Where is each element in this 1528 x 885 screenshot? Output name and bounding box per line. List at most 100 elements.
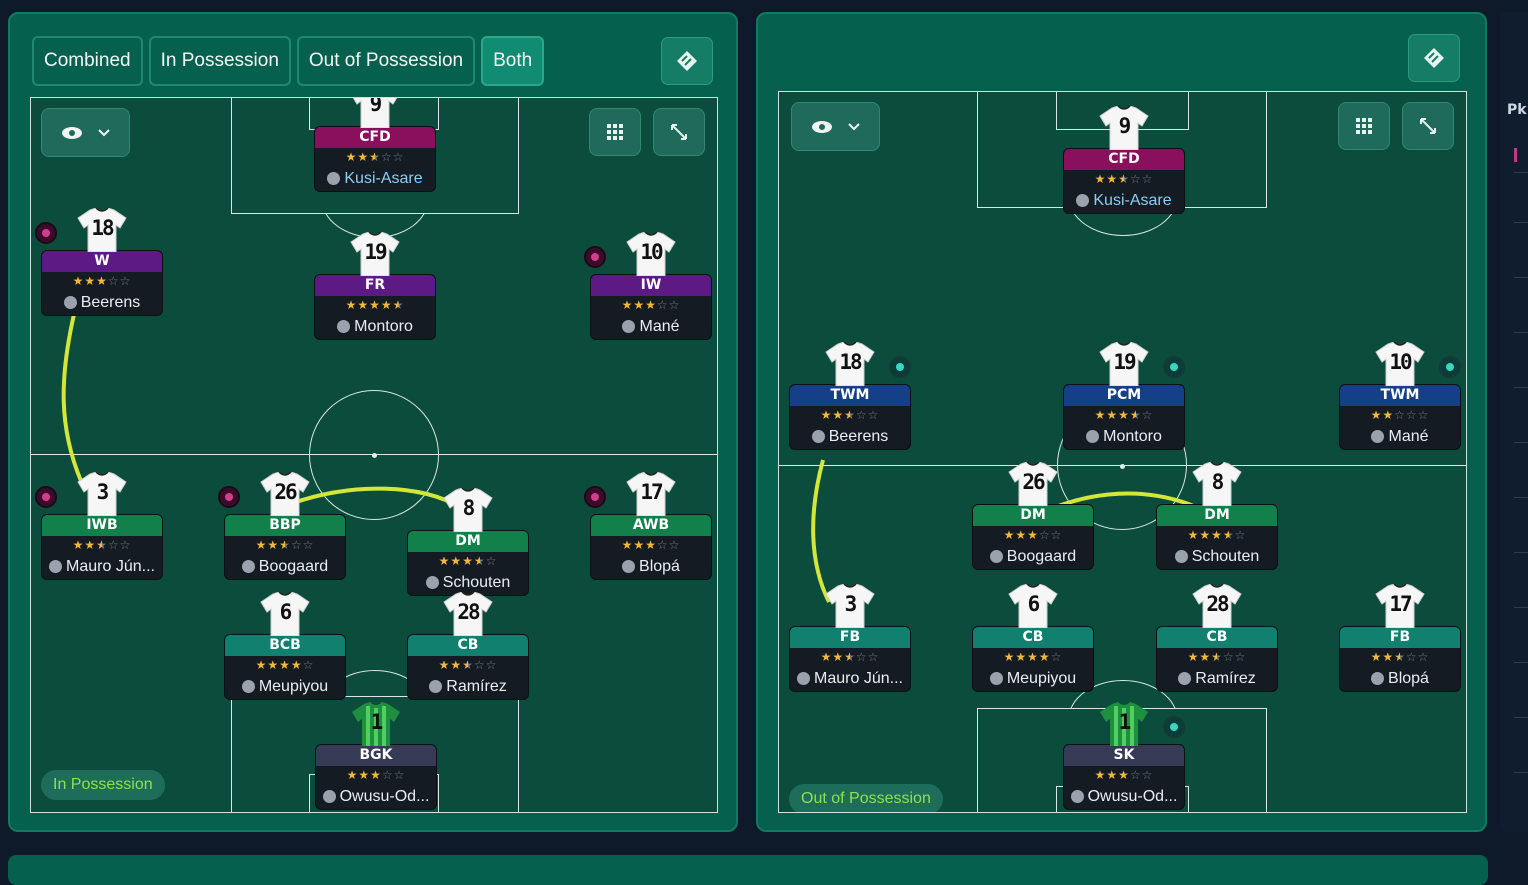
player-avatar-icon (63, 296, 77, 309)
side-panel: Pk (1500, 12, 1528, 832)
pitch-out-of-possession: 9 CFD ★★★☆☆ Kusi-Asare 18 TWM ★★★☆☆ Beerens 19 PC… (778, 91, 1467, 813)
player-avatar-icon (1178, 672, 1192, 685)
player-name: Mauro Jún... (66, 557, 155, 575)
tactics-board-icon (677, 51, 697, 71)
tab-out-of-possession[interactable]: Out of Possession (296, 36, 476, 86)
player-name-row: Beerens (790, 424, 910, 449)
player-role-card: FB ★★★☆☆ Mauro Jún... (789, 626, 911, 692)
visibility-toggle[interactable] (791, 102, 880, 151)
player-name: Kusi-Asare (344, 169, 423, 187)
shirt-number: 26 (1022, 470, 1045, 494)
role-rating-stars: ★★★☆☆ (1003, 528, 1063, 542)
player-name-row: Owusu-Od... (1064, 784, 1184, 809)
player-role-card: IWB ★★★☆☆ Mauro Jún... (41, 514, 163, 580)
tactics-board-button[interactable] (661, 37, 713, 85)
side-panel-marker (1514, 148, 1528, 162)
shirt-number: 3 (96, 480, 110, 504)
player-avatar-icon (429, 680, 443, 693)
shirt-number: 26 (274, 480, 297, 504)
role-label: CB (1157, 627, 1277, 648)
role-rating-stars: ★★★★☆ (1003, 650, 1063, 664)
role-rating-stars: ★★★★☆ (255, 658, 315, 672)
player-name: Blopá (1388, 669, 1429, 687)
player-name-row: Kusi-Asare (315, 166, 435, 191)
grid-view-button[interactable] (589, 108, 641, 156)
role-rating-stars: ★★★★★ (345, 298, 405, 312)
role-rating-stars: ★★★☆☆ (255, 538, 315, 552)
player-name-row: Owusu-Od... (316, 784, 436, 809)
player-avatar-icon (322, 790, 336, 803)
role-rating-stars: ★★★★☆ (438, 554, 498, 568)
grid-view-button[interactable] (1338, 102, 1390, 150)
player-avatar-icon (425, 576, 439, 589)
chevron-down-icon (97, 128, 110, 136)
player-role-card: BCB ★★★★☆ Meupiyou (224, 634, 346, 700)
eye-icon (811, 120, 832, 133)
role-label: DM (408, 531, 528, 552)
player-role-card: PCM ★★★★☆ Montoro (1063, 384, 1185, 450)
player-name: Schouten (1191, 547, 1260, 565)
shirt-icon: 28 (442, 591, 494, 637)
visibility-toggle[interactable] (41, 108, 130, 157)
player-name: Owusu-Od... (339, 787, 430, 805)
role-label: FR (315, 275, 435, 296)
player-name-row: Boogaard (973, 544, 1093, 569)
pitch-in-possession: 9 CFD ★★★☆☆ Kusi-Asare 18 W ★★★☆☆ Beerens 19 FR ★★… (30, 97, 718, 813)
role-status-icon (1439, 356, 1461, 378)
tab-both[interactable]: Both (481, 36, 545, 86)
role-rating-stars: ★★★★☆ (1094, 408, 1154, 422)
player-name: Mané (1388, 427, 1429, 445)
tab-in-possession[interactable]: In Possession (148, 36, 291, 86)
role-label: TWM (790, 385, 910, 406)
player-avatar-icon (797, 672, 811, 685)
shirt-number: 3 (844, 592, 858, 616)
player-role-card: CFD ★★★☆☆ Kusi-Asare (314, 126, 436, 192)
role-rating-stars: ★★★☆☆ (1187, 650, 1247, 664)
player-name-row: Boogaard (225, 554, 345, 579)
expand-button[interactable] (653, 108, 705, 156)
player-avatar-icon (989, 672, 1003, 685)
player-name: Blopá (639, 557, 680, 575)
tactics-board-icon (1424, 48, 1444, 68)
shirt-icon: 3 (824, 583, 876, 629)
shirt-number: 10 (640, 240, 663, 264)
expand-button[interactable] (1402, 102, 1454, 150)
role-rating-stars: ★★★☆☆ (621, 298, 681, 312)
player-avatar-icon (241, 680, 255, 693)
player-avatar-icon (241, 560, 255, 573)
player-name: Montoro (354, 317, 413, 335)
player-avatar-icon (1086, 430, 1100, 443)
role-rating-stars: ★★★☆☆ (820, 650, 880, 664)
player-role-card: BBP ★★★☆☆ Boogaard (224, 514, 346, 580)
tactics-board-button-right[interactable] (1408, 34, 1460, 82)
player-name-row: Mané (1340, 424, 1460, 449)
role-label: FB (1340, 627, 1460, 648)
view-tabs: Combined In Possession Out of Possession… (32, 36, 545, 86)
out-of-possession-panel: 9 CFD ★★★☆☆ Kusi-Asare 18 TWM ★★★☆☆ Beerens 19 PC… (756, 12, 1487, 832)
role-label: DM (1157, 505, 1277, 526)
shirt-icon: 6 (1007, 583, 1059, 629)
player-name: Boogaard (258, 557, 329, 575)
player-name: Ramírez (1195, 669, 1256, 687)
tab-combined[interactable]: Combined (32, 36, 143, 86)
role-label: FB (790, 627, 910, 648)
shirt-icon: 10 (625, 231, 677, 277)
expand-icon (1420, 118, 1436, 134)
player-name: Mauro Jún... (814, 669, 903, 687)
shirt-icon: 17 (625, 471, 677, 517)
role-status-icon (584, 246, 606, 268)
player-name: Kusi-Asare (1093, 191, 1172, 209)
role-label: W (42, 251, 162, 272)
player-role-card: FR ★★★★★ Montoro (314, 274, 436, 340)
player-avatar-icon (1076, 194, 1090, 207)
shirt-icon: 10 (1374, 341, 1426, 387)
player-name-row: Blopá (1340, 666, 1460, 691)
role-label: BBP (225, 515, 345, 536)
shirt-icon: 1 (1098, 702, 1150, 746)
role-label: CB (408, 635, 528, 656)
role-label: TWM (1340, 385, 1460, 406)
role-label: BCB (225, 635, 345, 656)
role-label: IW (591, 275, 711, 296)
shirt-number: 18 (839, 350, 862, 374)
role-status-icon (584, 486, 606, 508)
